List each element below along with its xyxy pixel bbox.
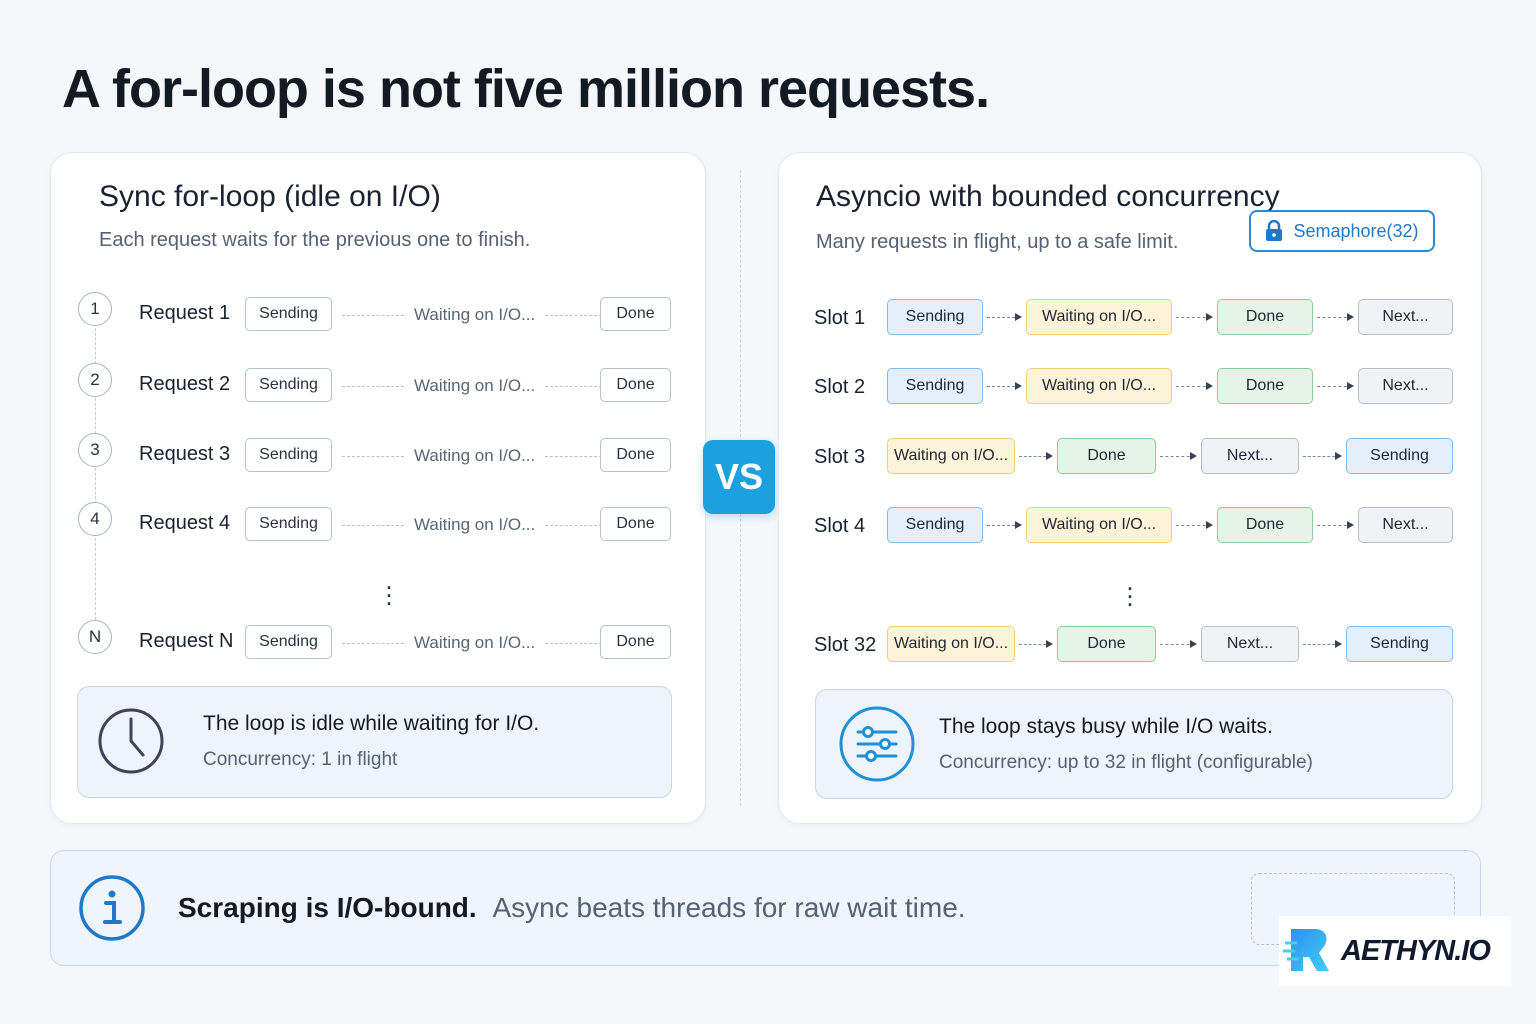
flow-arrow	[1303, 640, 1342, 648]
sending-box: Sending	[245, 297, 332, 331]
slot-step-next: Next...	[1358, 507, 1453, 543]
request-label: Request 4	[139, 512, 231, 534]
slot-step-wait: Waiting on I/O...	[887, 626, 1015, 662]
done-box: Done	[600, 368, 671, 402]
sending-box: Sending	[245, 507, 332, 541]
sync-callout-subtitle: Concurrency: 1 in flight	[203, 749, 398, 770]
page-title: A for-loop is not five million requests.	[62, 59, 990, 119]
request-label: Request 2	[139, 373, 231, 395]
info-rest-text: Async beats threads for raw wait time.	[492, 892, 966, 923]
flow-arrow	[1160, 640, 1197, 648]
done-box: Done	[600, 297, 671, 331]
flow-arrow	[1019, 640, 1053, 648]
slot-step-wait: Waiting on I/O...	[887, 438, 1015, 474]
flow-arrow	[1176, 382, 1213, 390]
semaphore-badge: Semaphore(32)	[1249, 210, 1435, 252]
request-label: Request 3	[139, 443, 231, 465]
slot-label: Slot 2	[814, 376, 866, 398]
clock-icon	[98, 708, 164, 774]
sliders-icon	[839, 706, 915, 782]
sync-callout-title: The loop is idle while waiting for I/O.	[203, 712, 540, 735]
more-requests-ellipsis: ...	[385, 565, 393, 611]
waiting-label: Waiting on I/O...	[342, 376, 608, 396]
flow-arrow	[1317, 313, 1354, 321]
flow-arrow	[1160, 452, 1197, 460]
brand-logo: AETHYN.IO	[1279, 916, 1511, 986]
logo-mark-icon	[1283, 929, 1329, 971]
slot-step-next: Next...	[1358, 368, 1453, 404]
slot-step-wait: Waiting on I/O...	[1026, 507, 1172, 543]
slot-step-send: Sending	[887, 368, 983, 404]
step-number: 4	[78, 502, 112, 536]
step-connector	[95, 328, 96, 364]
flow-arrow	[1176, 521, 1213, 529]
request-label: Request N	[139, 630, 234, 652]
info-bold-text: Scraping is I/O-bound.	[178, 892, 477, 923]
async-panel-title: Asyncio with bounded concurrency	[816, 180, 1280, 213]
more-slots-ellipsis: ...	[1126, 566, 1134, 612]
slot-step-send: Sending	[1346, 438, 1453, 474]
sending-box: Sending	[245, 368, 332, 402]
flow-arrow	[1317, 382, 1354, 390]
step-connector	[95, 398, 96, 434]
sending-box: Sending	[245, 438, 332, 472]
sync-panel-subtitle: Each request waits for the previous one …	[99, 229, 531, 251]
slot-label: Slot 1	[814, 307, 866, 329]
slot-step-send: Sending	[887, 299, 983, 335]
flow-arrow	[987, 313, 1022, 321]
done-box: Done	[600, 438, 671, 472]
step-number: 3	[78, 433, 112, 467]
flow-arrow	[1317, 521, 1354, 529]
sync-panel-title: Sync for-loop (idle on I/O)	[99, 180, 441, 213]
logo-text: AETHYN.IO	[1341, 934, 1491, 967]
waiting-label: Waiting on I/O...	[342, 305, 608, 325]
done-box: Done	[600, 507, 671, 541]
slot-step-send: Sending	[887, 507, 983, 543]
slot-step-send: Sending	[1346, 626, 1453, 662]
flow-arrow	[1176, 313, 1213, 321]
slot-step-wait: Waiting on I/O...	[1026, 299, 1172, 335]
vs-badge: VS	[703, 440, 775, 514]
sync-callout	[77, 686, 672, 798]
flow-arrow	[987, 521, 1022, 529]
waiting-label: Waiting on I/O...	[342, 446, 608, 466]
slot-label: Slot 32	[814, 634, 877, 656]
slot-step-done: Done	[1217, 507, 1313, 543]
done-box: Done	[600, 625, 671, 659]
slot-label: Slot 4	[814, 515, 866, 537]
waiting-label: Waiting on I/O...	[342, 633, 608, 653]
slot-step-done: Done	[1057, 438, 1156, 474]
async-callout-title: The loop stays busy while I/O waits.	[939, 715, 1273, 738]
slot-step-done: Done	[1217, 299, 1313, 335]
info-icon	[79, 875, 145, 941]
slot-step-next: Next...	[1358, 299, 1453, 335]
sending-box: Sending	[245, 625, 332, 659]
waiting-label: Waiting on I/O...	[342, 515, 608, 535]
slot-label: Slot 3	[814, 446, 866, 468]
step-number: 2	[78, 363, 112, 397]
flow-arrow	[1303, 452, 1342, 460]
semaphore-label: Semaphore(32)	[1293, 220, 1419, 241]
flow-arrow	[987, 382, 1022, 390]
slot-step-done: Done	[1057, 626, 1156, 662]
step-connector	[95, 468, 96, 504]
info-text: Scraping is I/O-bound. Async beats threa…	[178, 892, 966, 924]
async-callout-subtitle: Concurrency: up to 32 in flight (configu…	[939, 752, 1313, 773]
lock-icon	[1266, 220, 1283, 241]
step-connector	[95, 538, 96, 620]
slot-step-next: Next...	[1201, 626, 1299, 662]
slot-step-done: Done	[1217, 368, 1313, 404]
flow-arrow	[1019, 452, 1053, 460]
slot-step-wait: Waiting on I/O...	[1026, 368, 1172, 404]
step-number: N	[78, 620, 112, 654]
step-number: 1	[78, 292, 112, 326]
slot-step-next: Next...	[1201, 438, 1299, 474]
async-panel-subtitle: Many requests in flight, up to a safe li…	[816, 231, 1179, 253]
request-label: Request 1	[139, 302, 231, 324]
